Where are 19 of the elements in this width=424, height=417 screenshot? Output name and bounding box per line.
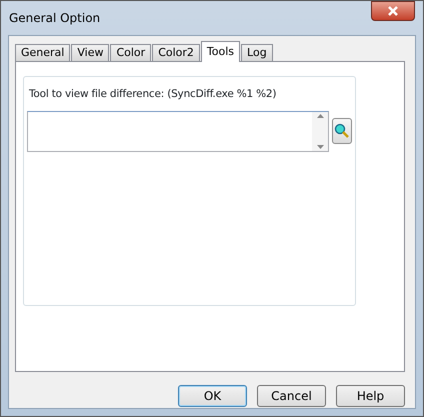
tab[interactable]: Log bbox=[241, 44, 273, 61]
close-button[interactable] bbox=[371, 1, 415, 21]
search-icon bbox=[334, 122, 350, 139]
dialog-button[interactable]: Help bbox=[336, 385, 405, 407]
tab[interactable]: View bbox=[71, 44, 110, 61]
dialog-button[interactable]: OK bbox=[178, 385, 247, 407]
scroll-up-icon[interactable] bbox=[316, 114, 324, 118]
tab[interactable]: General bbox=[15, 44, 70, 61]
dialog-button[interactable]: Cancel bbox=[257, 385, 326, 407]
close-icon bbox=[387, 6, 399, 16]
window-title: General Option bbox=[9, 10, 100, 27]
field-label: Tool to view file difference: (SyncDiff.exe %1 %2) bbox=[29, 87, 278, 102]
search-button[interactable] bbox=[332, 118, 352, 144]
command-field[interactable] bbox=[27, 110, 330, 152]
tab[interactable]: Color bbox=[110, 44, 152, 61]
tab[interactable]: Color2 bbox=[152, 44, 200, 61]
tab[interactable]: Tools bbox=[200, 41, 240, 62]
scrollbar[interactable] bbox=[312, 112, 328, 151]
scroll-down-icon[interactable] bbox=[316, 144, 324, 149]
